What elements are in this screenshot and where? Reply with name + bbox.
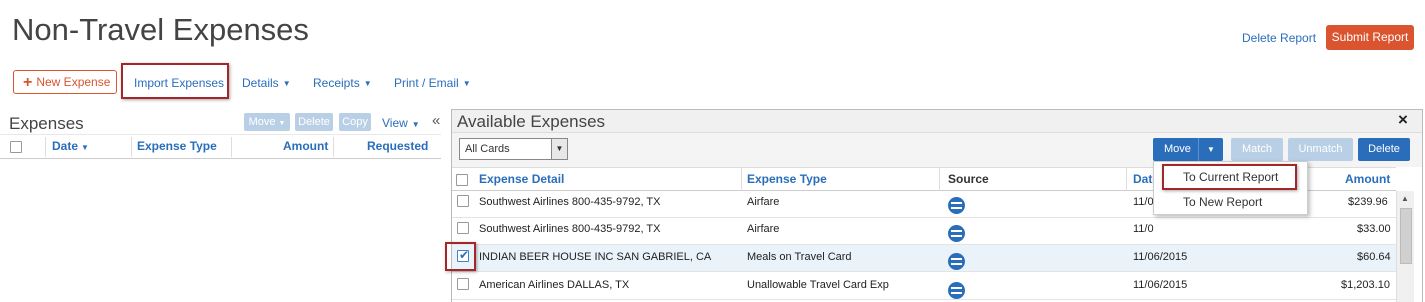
split-divider bbox=[1198, 138, 1199, 161]
expense-type-cell: Airfare bbox=[747, 196, 780, 208]
date-cell: 11/06/2015 bbox=[1133, 279, 1188, 291]
available-expenses-title: Available Expenses bbox=[457, 112, 606, 131]
date-header-label: Date bbox=[52, 139, 79, 153]
column-divider bbox=[1126, 167, 1127, 191]
column-divider bbox=[333, 137, 334, 157]
new-expense-button[interactable]: + New Expense bbox=[13, 70, 117, 94]
expense-detail-cell: Southwest Airlines 800-435-9792, TX bbox=[479, 223, 661, 235]
date-cell: 11/0 bbox=[1133, 223, 1154, 235]
new-expense-label: New Expense bbox=[36, 75, 111, 89]
column-divider bbox=[131, 137, 132, 157]
expense-type-column-header[interactable]: Expense Type bbox=[747, 172, 827, 186]
expense-type-cell: Unallowable Travel Card Exp bbox=[747, 279, 889, 291]
move-split-button[interactable]: Move ▼ bbox=[1153, 138, 1223, 161]
date-cell: 11/06/2015 bbox=[1133, 251, 1188, 263]
cards-select-value: All Cards bbox=[465, 143, 510, 155]
amount-cell: $1,203.10 bbox=[1341, 279, 1390, 291]
left-move-button[interactable]: Move ▼ bbox=[244, 113, 290, 131]
sort-down-icon: ▼ bbox=[81, 143, 89, 152]
submit-report-button[interactable]: Submit Report bbox=[1326, 25, 1414, 50]
cards-filter-select[interactable]: All Cards ▼ bbox=[459, 138, 568, 160]
receipts-label: Receipts bbox=[313, 76, 360, 90]
import-expenses-button[interactable]: Import Expenses bbox=[121, 63, 229, 99]
requested-column-header[interactable]: Requested bbox=[367, 139, 428, 153]
dropdown-arrow-icon: ▼ bbox=[551, 139, 567, 159]
delete-button[interactable]: Delete bbox=[1358, 138, 1410, 161]
expense-type-column-header[interactable]: Expense Type bbox=[137, 139, 217, 153]
expense-type-cell: Meals on Travel Card bbox=[747, 251, 852, 263]
delete-report-link[interactable]: Delete Report bbox=[1242, 31, 1316, 45]
move-to-current-report-item[interactable]: To Current Report bbox=[1162, 164, 1297, 190]
caret-down-icon: ▼ bbox=[411, 120, 420, 129]
view-menu[interactable]: View ▼ bbox=[382, 116, 420, 130]
import-expenses-label: Import Expenses bbox=[134, 76, 225, 90]
amount-column-header[interactable]: Amount bbox=[1345, 172, 1390, 186]
move-to-new-report-item[interactable]: To New Report bbox=[1183, 195, 1262, 209]
select-all-checkbox[interactable] bbox=[10, 141, 22, 153]
expense-detail-column-header[interactable]: Expense Detail bbox=[479, 172, 564, 186]
receipts-menu[interactable]: Receipts ▼ bbox=[313, 76, 372, 90]
column-divider bbox=[231, 137, 232, 157]
print-email-menu[interactable]: Print / Email ▼ bbox=[394, 76, 471, 90]
caret-down-icon: ▼ bbox=[282, 79, 291, 88]
amount-cell: $33.00 bbox=[1357, 223, 1391, 235]
caret-down-icon: ▼ bbox=[363, 79, 372, 88]
caret-down-icon: ▼ bbox=[462, 79, 471, 88]
plus-icon: + bbox=[23, 74, 33, 91]
checkbox-highlight-callout bbox=[445, 242, 476, 271]
details-label: Details bbox=[242, 76, 279, 90]
amount-column-header[interactable]: Amount bbox=[283, 139, 328, 153]
expense-detail-cell: INDIAN BEER HOUSE INC SAN GABRIEL, CA bbox=[479, 251, 712, 263]
print-email-label: Print / Email bbox=[394, 76, 459, 90]
left-copy-button[interactable]: Copy bbox=[339, 113, 371, 131]
row-checkbox[interactable] bbox=[457, 195, 469, 207]
expense-type-cell: Airfare bbox=[747, 223, 780, 235]
select-all-available-checkbox[interactable] bbox=[456, 174, 468, 186]
close-icon[interactable]: × bbox=[1398, 110, 1408, 130]
caret-down-icon[interactable]: ▼ bbox=[1207, 138, 1215, 161]
column-divider bbox=[939, 167, 940, 191]
move-button-label: Move bbox=[1164, 143, 1191, 155]
card-icon bbox=[948, 282, 965, 299]
expense-detail-cell: Southwest Airlines 800-435-9792, TX bbox=[479, 196, 661, 208]
date-cell: 11/0 bbox=[1133, 196, 1154, 208]
page-title: Non-Travel Expenses bbox=[12, 12, 309, 47]
view-label: View bbox=[382, 116, 408, 130]
column-divider bbox=[741, 167, 742, 191]
match-button[interactable]: Match bbox=[1231, 138, 1283, 161]
unmatch-button[interactable]: Unmatch bbox=[1288, 138, 1353, 161]
source-column-header: Source bbox=[948, 172, 989, 186]
expenses-panel-title: Expenses bbox=[9, 114, 84, 133]
expense-detail-cell: American Airlines DALLAS, TX bbox=[479, 279, 630, 291]
scroll-up-arrow-icon[interactable]: ▲ bbox=[1401, 194, 1409, 203]
row-checkbox[interactable] bbox=[457, 222, 469, 234]
card-icon bbox=[948, 253, 965, 270]
card-icon bbox=[948, 225, 965, 242]
amount-cell: $239.96 bbox=[1348, 196, 1388, 208]
row-checkbox[interactable] bbox=[457, 278, 469, 290]
left-move-label: Move bbox=[248, 116, 276, 128]
details-menu[interactable]: Details ▼ bbox=[242, 76, 291, 90]
collapse-panel-icon[interactable]: « bbox=[432, 112, 440, 129]
column-divider bbox=[45, 137, 46, 157]
scrollbar-thumb[interactable] bbox=[1400, 208, 1412, 264]
caret-down-icon: ▼ bbox=[278, 120, 286, 127]
date-column-header[interactable]: Date ▼ bbox=[52, 139, 89, 153]
card-icon bbox=[948, 197, 965, 214]
amount-cell: $60.64 bbox=[1357, 251, 1391, 263]
left-delete-button[interactable]: Delete bbox=[295, 113, 333, 131]
